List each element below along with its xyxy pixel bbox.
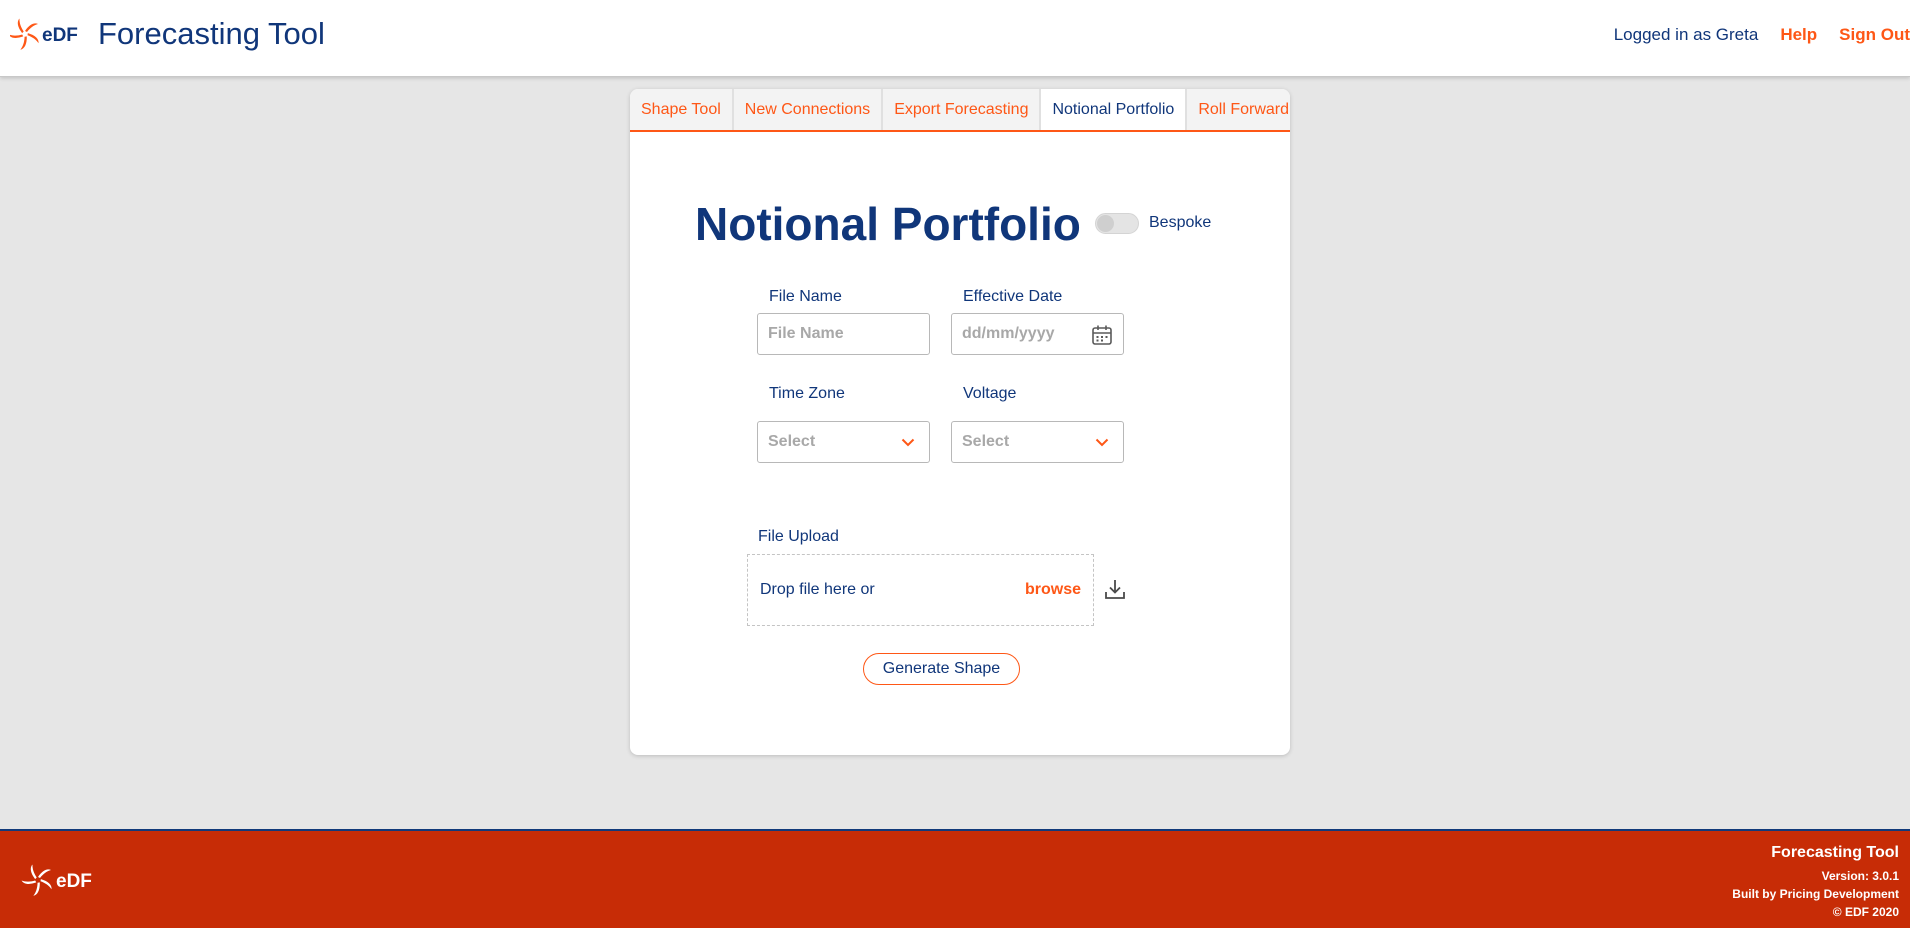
tab-new-connections[interactable]: New Connections	[733, 89, 884, 130]
edf-logo-icon: eDF	[20, 862, 100, 903]
app-header: eDF Forecasting Tool Logged in as Greta …	[0, 0, 1910, 77]
toggle-knob	[1097, 215, 1114, 232]
time-zone-value: Select	[768, 433, 816, 450]
footer-copyright: © EDF 2020	[1832, 905, 1899, 919]
tab-bar: Shape Tool New Connections Export Foreca…	[630, 89, 1290, 132]
generate-shape-button[interactable]: Generate Shape	[863, 653, 1020, 685]
voltage-select[interactable]: Select	[951, 421, 1124, 463]
footer-title: Forecasting Tool	[1771, 844, 1899, 861]
file-upload-label: File Upload	[758, 528, 839, 545]
calendar-icon[interactable]	[1091, 324, 1113, 351]
voltage-label: Voltage	[963, 385, 1017, 402]
file-name-input[interactable]	[758, 314, 929, 354]
bespoke-toggle[interactable]	[1095, 213, 1139, 234]
effective-date-placeholder: dd/mm/yyyy	[962, 325, 1055, 342]
footer-version: Version: 3.0.1	[1821, 869, 1899, 883]
download-icon[interactable]	[1103, 577, 1127, 606]
file-name-label: File Name	[769, 288, 842, 305]
chevron-down-icon	[1095, 435, 1109, 454]
logged-in-text: Logged in as Greta	[1613, 25, 1759, 44]
page-title: Notional Portfolio	[695, 198, 1081, 250]
time-zone-label: Time Zone	[769, 385, 845, 402]
tab-roll-forward[interactable]: Roll Forward	[1187, 89, 1290, 130]
logo-text: eDF	[42, 25, 78, 46]
effective-date-label: Effective Date	[963, 288, 1063, 305]
footer-info: Forecasting Tool Version: 3.0.1 Built by…	[1732, 844, 1899, 921]
help-link[interactable]: Help	[1780, 25, 1817, 45]
drop-file-text: Drop file here or	[760, 581, 875, 598]
file-dropzone[interactable]: Drop file here or browse	[747, 554, 1094, 626]
time-zone-select[interactable]: Select	[757, 421, 930, 463]
bespoke-toggle-label: Bespoke	[1149, 214, 1212, 231]
browse-link[interactable]: browse	[1025, 581, 1081, 599]
effective-date-field[interactable]: dd/mm/yyyy	[951, 313, 1124, 355]
voltage-value: Select	[962, 433, 1010, 450]
chevron-down-icon	[901, 435, 915, 454]
tab-notional-portfolio[interactable]: Notional Portfolio	[1041, 89, 1188, 130]
tab-shape-tool[interactable]: Shape Tool	[630, 89, 734, 130]
edf-logo-icon: eDF	[10, 16, 86, 52]
footer-logo-text: eDF	[56, 871, 92, 892]
file-name-field[interactable]	[757, 313, 930, 355]
footer-built-by: Built by Pricing Development	[1732, 887, 1899, 901]
app-footer: eDF Forecasting Tool Version: 3.0.1 Buil…	[0, 829, 1910, 928]
app-title: Forecasting Tool	[98, 16, 325, 51]
tab-export-forecasting[interactable]: Export Forecasting	[883, 89, 1042, 130]
user-nav: Logged in as Greta Help Sign Out	[1614, 25, 1910, 45]
main-card: Shape Tool New Connections Export Foreca…	[630, 89, 1290, 755]
sign-out-link[interactable]: Sign Out	[1839, 25, 1910, 45]
brand[interactable]: eDF Forecasting Tool	[10, 16, 325, 52]
